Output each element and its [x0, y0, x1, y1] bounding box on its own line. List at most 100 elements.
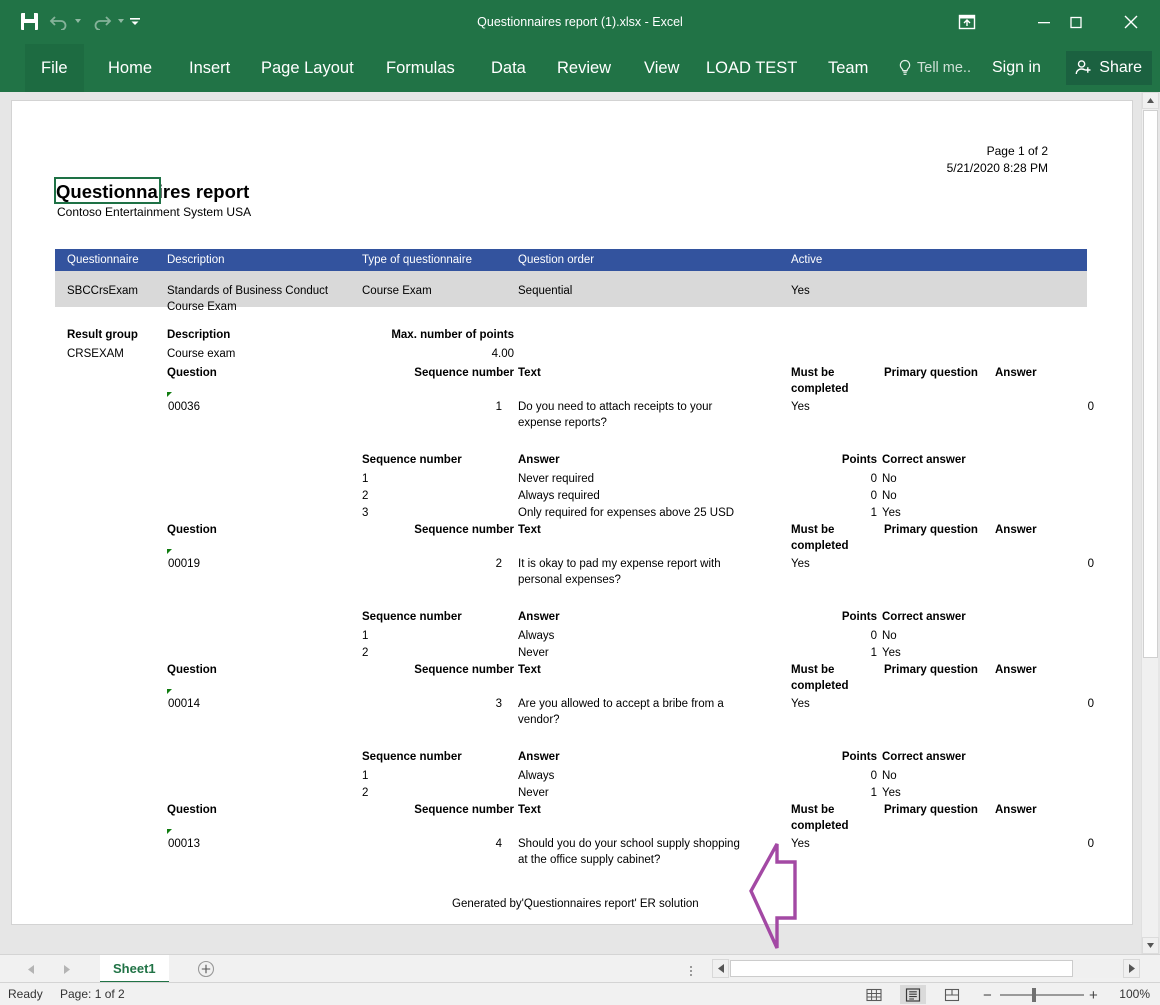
tab-team[interactable]: Team	[828, 44, 868, 92]
caret-left-glyph	[718, 964, 724, 973]
tab-load-test[interactable]: LOAD TEST	[706, 44, 797, 92]
q2-header-answer: Answer	[995, 522, 1037, 538]
tab-formulas[interactable]: Formulas	[386, 44, 455, 92]
q1-a3-seq: 3	[362, 505, 368, 521]
cell-selection-outline[interactable]	[54, 177, 161, 204]
sign-in-button[interactable]: Sign in	[992, 44, 1041, 92]
q2-a1-correct: No	[882, 628, 897, 644]
q1-ans-header-points: Points	[772, 452, 877, 468]
page-break-preview-icon[interactable]	[939, 985, 965, 1004]
q3-header-must: Must be completed	[791, 662, 875, 694]
previous-sheet-arrow-icon[interactable]	[22, 960, 40, 978]
zoom-slider-track[interactable]	[1000, 994, 1084, 996]
scroll-down-arrow-icon[interactable]	[1142, 937, 1159, 954]
close-icon[interactable]	[1108, 0, 1154, 44]
result-group-header-max-points: Max. number of points	[312, 327, 514, 343]
tab-data[interactable]: Data	[491, 44, 526, 92]
zoom-slider-thumb[interactable]	[1032, 988, 1036, 1002]
column-header-type: Type of questionnaire	[362, 249, 472, 271]
zoom-level-label: 100%	[1119, 987, 1150, 1001]
q1-id: 00036	[168, 399, 200, 415]
tab-split-handle[interactable]	[690, 964, 694, 976]
page-layout-view-icon[interactable]	[900, 985, 926, 1004]
q1-header-text: Text	[518, 365, 541, 381]
result-group-max-points: 4.00	[312, 346, 514, 362]
q2-header-sequence: Sequence number	[312, 522, 514, 538]
q4-id: 00013	[168, 836, 200, 852]
q2-ans-header-points: Points	[772, 609, 877, 625]
q1-header-question: Question	[167, 365, 217, 381]
next-sheet-arrow-icon[interactable]	[58, 960, 76, 978]
vertical-scrollbar[interactable]	[1141, 92, 1158, 954]
q2-ans-header-answer: Answer	[518, 609, 560, 625]
q2-a1-text: Always	[518, 628, 554, 644]
horizontal-scroll-thumb[interactable]	[730, 960, 1073, 977]
page-break-glyph	[944, 988, 960, 1002]
undo-icon[interactable]	[44, 6, 74, 36]
q4-text: Should you do your school supply shoppin…	[518, 836, 768, 868]
status-state-label: Ready	[8, 987, 43, 1001]
scroll-right-arrow-icon[interactable]	[1123, 959, 1140, 978]
zoom-in-button[interactable]: +	[1089, 987, 1098, 1004]
q2-id: 00019	[168, 556, 200, 572]
maximize-glyph	[1068, 14, 1084, 30]
q3-ans-header-correct: Correct answer	[882, 749, 966, 765]
q2-ans-header-sequence: Sequence number	[362, 609, 462, 625]
zoom-out-button[interactable]: −	[983, 987, 992, 1004]
q3-header-primary: Primary question	[884, 662, 978, 678]
save-icon[interactable]	[14, 6, 44, 36]
q1-header-answer: Answer	[995, 365, 1037, 381]
normal-view-icon[interactable]	[861, 985, 887, 1004]
q2-a2-points: 1	[772, 645, 877, 661]
annotation-arrow-icon	[747, 836, 817, 961]
redo-icon[interactable]	[87, 6, 117, 36]
q2-header-primary: Primary question	[884, 522, 978, 538]
q2-a2-seq: 2	[362, 645, 368, 661]
q3-text: Are you allowed to accept a bribe from a…	[518, 696, 763, 728]
q3-ans-header-answer: Answer	[518, 749, 560, 765]
questionnaire-active: Yes	[791, 283, 810, 299]
vertical-scroll-thumb[interactable]	[1143, 110, 1158, 658]
q1-a2-seq: 2	[362, 488, 368, 504]
q2-a1-points: 0	[772, 628, 877, 644]
tab-file[interactable]: File	[25, 44, 84, 92]
undo-dropdown-icon[interactable]	[75, 19, 81, 23]
tab-view[interactable]: View	[644, 44, 679, 92]
q2-sequence: 2	[312, 556, 502, 572]
undo-arrow-icon	[49, 12, 69, 30]
tell-me-box[interactable]: Tell me..	[897, 44, 971, 92]
q2-ans-header-correct: Correct answer	[882, 609, 966, 625]
caret-down-glyph	[1147, 943, 1154, 948]
quick-access-toolbar	[14, 6, 146, 36]
caret-left-glyph	[28, 965, 34, 974]
minimize-glyph	[1036, 14, 1052, 30]
tab-home[interactable]: Home	[108, 44, 152, 92]
scroll-left-arrow-icon[interactable]	[712, 959, 729, 978]
q2-header-text: Text	[518, 522, 541, 538]
share-button[interactable]: Share	[1066, 51, 1152, 85]
tab-review[interactable]: Review	[557, 44, 611, 92]
q1-a2-text: Always required	[518, 488, 600, 504]
q1-a3-points: 1	[772, 505, 877, 521]
q2-header-must: Must be completed	[791, 522, 875, 554]
tab-insert[interactable]: Insert	[189, 44, 230, 92]
error-indicator-icon	[167, 689, 172, 694]
add-sheet-icon[interactable]	[196, 959, 216, 979]
q3-a2-text: Never	[518, 785, 549, 801]
scroll-up-arrow-icon[interactable]	[1142, 92, 1159, 109]
caret-up-glyph	[1147, 98, 1154, 103]
report-timestamp: 5/21/2020 8:28 PM	[12, 161, 1048, 175]
ribbon-display-options-icon[interactable]	[944, 0, 990, 44]
questionnaire-id: SBCCrsExam	[67, 283, 138, 299]
q2-answer-count: 0	[1012, 556, 1094, 572]
sheet-tab-bar: Sheet1	[0, 954, 1160, 982]
overflow-caret-icon	[128, 15, 142, 27]
tab-page-layout[interactable]: Page Layout	[261, 44, 354, 92]
column-header-questionnaire: Questionnaire	[67, 249, 139, 271]
maximize-icon[interactable]	[1053, 0, 1099, 44]
sheet-tab-sheet1[interactable]: Sheet1	[100, 955, 169, 983]
redo-arrow-icon	[92, 12, 112, 30]
horizontal-scrollbar[interactable]	[712, 959, 1140, 978]
printed-page[interactable]: Page 1 of 2 5/21/2020 8:28 PM Questionna…	[11, 100, 1133, 925]
customize-quick-access-icon[interactable]	[124, 6, 146, 36]
